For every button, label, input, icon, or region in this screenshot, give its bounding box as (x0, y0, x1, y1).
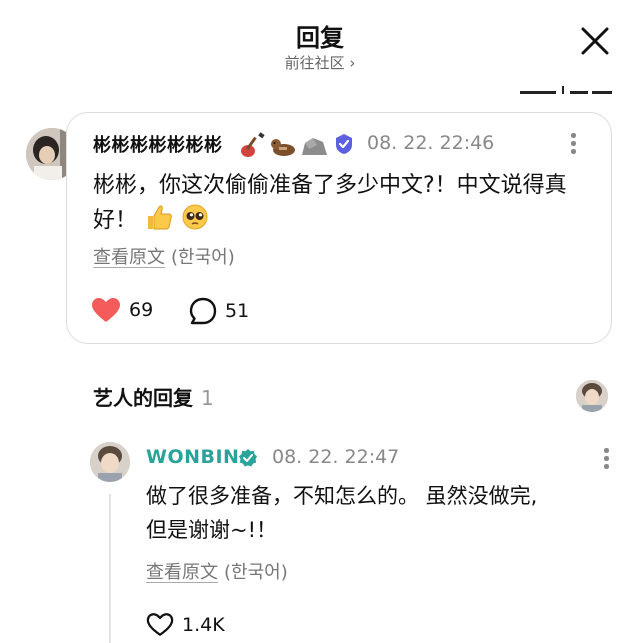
more-options-icon[interactable] (567, 133, 579, 155)
heart-outline-icon (146, 613, 174, 636)
reply-text-line-2: 但是谢谢~!！ (146, 518, 278, 542)
go-to-community-link[interactable]: 前往社区 › (0, 52, 640, 73)
thread-line (109, 494, 111, 643)
reply-more-options-icon[interactable] (600, 448, 612, 470)
reply-original-language: (한국어) (224, 562, 288, 583)
original-language: (한국어) (171, 247, 235, 268)
like-button[interactable]: 69 (91, 297, 153, 323)
artist-replies-title: 艺人的回复 (93, 386, 193, 410)
reply-count-button[interactable]: 51 (189, 297, 249, 325)
comment-text-block: 彬彬，你这次偷偷准备了多少中文?！中文说得真好！ (93, 169, 573, 242)
thumbs-up-icon (144, 203, 174, 242)
background-content-peek (520, 82, 612, 94)
reply-text: 做了很多准备，不知怎么的。 虽然没做完, 但是谢谢~!！ (146, 479, 616, 547)
rock-icon (302, 138, 327, 155)
artist-name[interactable]: WONBIN (146, 446, 239, 468)
close-icon[interactable] (574, 20, 616, 62)
like-count: 69 (129, 299, 154, 321)
comment-count: 51 (225, 300, 250, 322)
comment-bubble-icon (189, 297, 217, 325)
guitar-icon (241, 132, 265, 157)
author-emoji-row (239, 131, 329, 159)
comment-card: 彬彬彬彬彬彬彬 08. 22. 22:46 彬彬，你这次偷偷准备了多少中文?！中… (66, 112, 612, 344)
verified-badge-icon (333, 133, 355, 159)
artist-verified-icon (238, 448, 258, 472)
reply-like-button[interactable]: 1.4K (146, 612, 225, 637)
reply-text-line-1: 做了很多准备，不知怎么的。 虽然没做完, (146, 484, 538, 508)
reply-view-original-link[interactable]: 查看原文 (한국어) (146, 558, 288, 584)
reply-like-count: 1.4K (182, 613, 225, 636)
artist-replies-count: 1 (201, 386, 214, 410)
heart-filled-icon (92, 298, 120, 322)
artist-replies-heading: 艺人的回复 1 (93, 382, 214, 411)
otter-icon (271, 139, 295, 156)
artist-avatar-small[interactable] (576, 380, 608, 412)
reply-view-original-label[interactable]: 查看原文 (146, 562, 218, 583)
artist-avatar[interactable] (90, 442, 130, 482)
comment-author-name[interactable]: 彬彬彬彬彬彬彬 (93, 131, 223, 157)
pleading-face-icon (181, 203, 209, 242)
view-original-label[interactable]: 查看原文 (93, 247, 165, 268)
view-original-link[interactable]: 查看原文 (한국어) (93, 243, 235, 269)
reply-time: 08. 22. 22:47 (272, 446, 400, 468)
page-title: 回复 (296, 24, 344, 52)
comment-time: 08. 22. 22:46 (367, 132, 495, 154)
header: 回复 前往社区 › (0, 0, 640, 94)
